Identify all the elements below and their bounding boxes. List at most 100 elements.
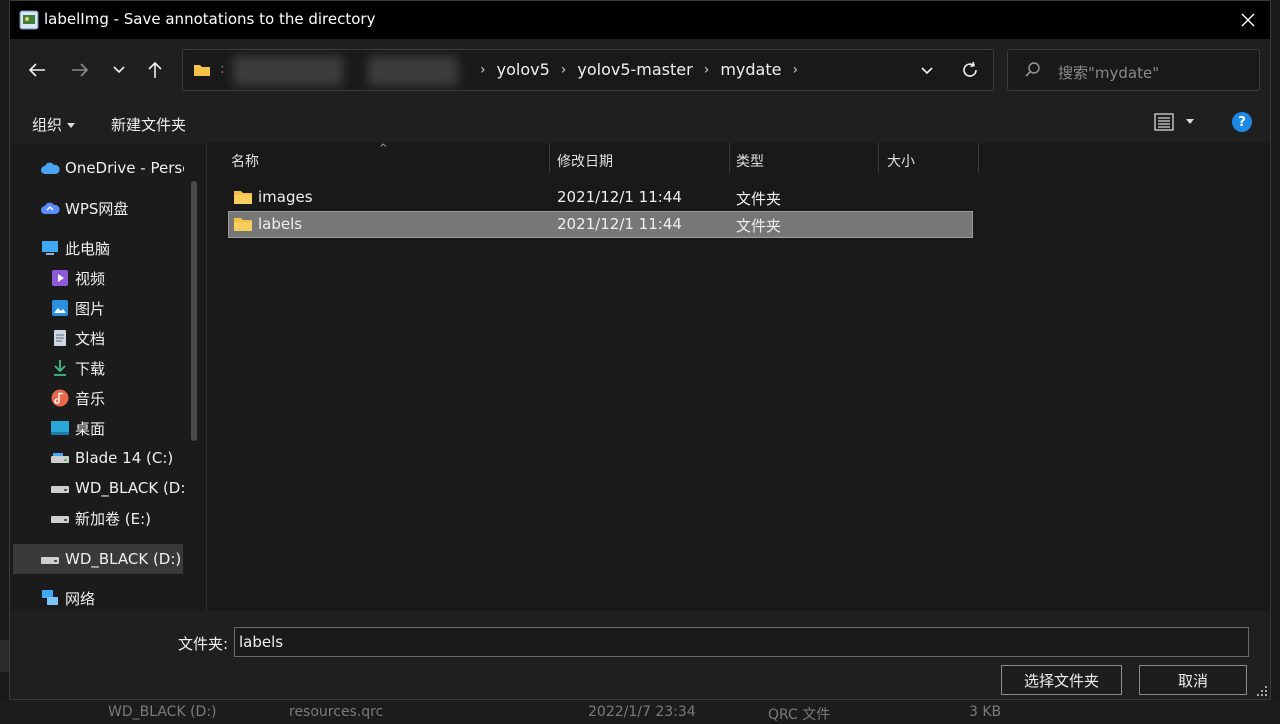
document-icon [50, 328, 70, 348]
sidebar-item-label: 此电脑 [65, 239, 111, 258]
sidebar-item-desktop[interactable]: 桌面 [50, 414, 190, 442]
sidebar-item-label: WD_BLACK (D:) [75, 479, 184, 497]
background-window-edge [0, 640, 9, 672]
refresh-button[interactable] [960, 60, 980, 84]
sidebar-item-label: OneDrive - Perso [65, 159, 184, 177]
sidebar-item-videos[interactable]: 视频 [50, 264, 190, 292]
caret-down-icon [67, 123, 76, 128]
file-name: images [258, 188, 313, 206]
network-icon [40, 588, 60, 608]
sidebar-item-label: 音乐 [75, 389, 106, 408]
breadcrumb-item[interactable]: yolov5-master [577, 60, 692, 79]
up-button[interactable] [140, 55, 170, 85]
folder-icon [234, 218, 252, 231]
sidebar-item-label: 新加卷 (E:) [75, 509, 152, 528]
file-modified: 2021/12/1 11:44 [557, 215, 682, 233]
sidebar-item-documents[interactable]: 文档 [50, 324, 190, 352]
file-row[interactable]: images 2021/12/1 11:44 文件夹 [228, 184, 973, 210]
select-folder-button[interactable]: 选择文件夹 [1001, 665, 1122, 695]
address-separator: : [220, 61, 225, 77]
background-window-row: WD_BLACK (D:) resources.qrc 2022/1/7 23:… [0, 700, 1280, 723]
dialog-footer: 文件夹: 选择文件夹 取消 [10, 611, 1270, 699]
column-divider[interactable] [729, 143, 730, 173]
column-header-name[interactable]: 名称 [231, 151, 259, 171]
address-bar[interactable]: : › yolov5 › yolov5-master › mydate › [182, 49, 994, 91]
sidebar-item-label: 图片 [75, 299, 106, 318]
video-icon [50, 268, 70, 288]
file-modified: 2021/12/1 11:44 [557, 188, 682, 206]
sidebar-item-this-pc[interactable]: 此电脑 [40, 234, 190, 262]
folder-icon [234, 191, 252, 204]
sidebar-item-drive-e[interactable]: 新加卷 (E:) [50, 504, 190, 532]
sidebar-item-network[interactable]: 网络 [40, 584, 190, 612]
refresh-icon [963, 61, 977, 77]
view-dropdown-caret-icon[interactable] [1186, 119, 1194, 124]
sidebar-item-onedrive[interactable]: OneDrive - Perso [40, 154, 184, 182]
labelimg-app-icon [19, 10, 39, 30]
folder-name-input[interactable] [234, 627, 1249, 657]
cloud-icon [40, 158, 60, 178]
view-options-button[interactable] [1154, 112, 1174, 136]
music-icon [50, 388, 70, 408]
chevron-right-icon[interactable]: › [792, 62, 798, 78]
column-header-size[interactable]: 大小 [887, 151, 915, 171]
close-button[interactable] [1234, 7, 1262, 33]
address-dropdown-button[interactable] [919, 61, 935, 83]
bg-date-text: 2022/1/7 23:34 [588, 704, 696, 720]
sidebar-item-label: 桌面 [75, 419, 106, 438]
desktop-icon [50, 418, 70, 438]
chevron-down-icon [921, 67, 933, 75]
search-box[interactable]: 搜索"mydate" [1007, 49, 1260, 91]
sidebar-item-label: Blade 14 (C:) [75, 449, 174, 467]
sidebar-item-music[interactable]: 音乐 [50, 384, 190, 412]
chevron-down-icon [113, 66, 125, 74]
file-type: 文件夹 [736, 190, 782, 208]
column-divider[interactable] [878, 143, 879, 173]
column-header-modified[interactable]: 修改日期 [557, 151, 613, 171]
forward-button[interactable] [65, 55, 95, 85]
command-bar: 组织 新建文件夹 ? [10, 101, 1270, 143]
sidebar-item-pictures[interactable]: 图片 [50, 294, 190, 322]
recent-locations-button[interactable] [104, 55, 134, 85]
folder-field-label: 文件夹: [178, 635, 229, 653]
drive-icon [50, 508, 70, 528]
search-placeholder: 搜索"mydate" [1058, 64, 1160, 82]
column-header-type[interactable]: 类型 [736, 151, 764, 171]
computer-icon [40, 238, 60, 258]
navigation-bar: : › yolov5 › yolov5-master › mydate › 搜索… [10, 39, 1270, 101]
column-divider[interactable] [978, 143, 979, 173]
new-folder-button[interactable]: 新建文件夹 [111, 114, 186, 135]
file-list: ^ 名称 修改日期 类型 大小 images 2021/12/1 11:44 文… [207, 143, 1270, 611]
picture-icon [50, 298, 70, 318]
sidebar-scrollbar[interactable] [191, 181, 197, 441]
search-icon [1025, 62, 1040, 77]
bg-type-text: QRC 文件 [768, 707, 831, 723]
blurred-path-segment [368, 56, 458, 86]
organize-menu[interactable]: 组织 [32, 114, 76, 135]
file-row-selected[interactable]: labels 2021/12/1 11:44 文件夹 [228, 211, 973, 238]
breadcrumb-item[interactable]: mydate [720, 60, 781, 79]
resize-grip-icon[interactable] [1256, 685, 1268, 697]
sidebar-item-drive-d[interactable]: WD_BLACK (D:) [50, 474, 184, 502]
help-icon[interactable]: ? [1232, 112, 1252, 132]
save-dialog: labelImg - Save annotations to the direc… [9, 0, 1271, 700]
sidebar-item-label: 下载 [75, 359, 106, 378]
list-view-icon [1154, 113, 1174, 131]
sidebar-item-drive-d-root[interactable]: WD_BLACK (D:) [13, 544, 183, 574]
arrow-left-icon [28, 63, 45, 77]
chevron-right-icon: › [480, 61, 486, 78]
sidebar-item-label: WPS网盘 [65, 199, 129, 218]
sidebar-item-downloads[interactable]: 下载 [50, 354, 190, 382]
column-divider[interactable] [549, 143, 550, 173]
sidebar-item-wps-cloud[interactable]: WPS网盘 [40, 194, 190, 222]
title-bar: labelImg - Save annotations to the direc… [10, 1, 1270, 39]
sort-ascending-icon: ^ [379, 143, 388, 154]
close-icon [1241, 13, 1255, 27]
cancel-button[interactable]: 取消 [1139, 665, 1247, 695]
back-button[interactable] [22, 55, 52, 85]
sidebar-item-drive-c[interactable]: Blade 14 (C:) [50, 444, 190, 472]
breadcrumb-item[interactable]: yolov5 [497, 60, 550, 79]
bg-file-text: resources.qrc [289, 704, 384, 720]
window-title: labelImg - Save annotations to the direc… [44, 10, 376, 28]
arrow-up-icon [148, 61, 162, 78]
